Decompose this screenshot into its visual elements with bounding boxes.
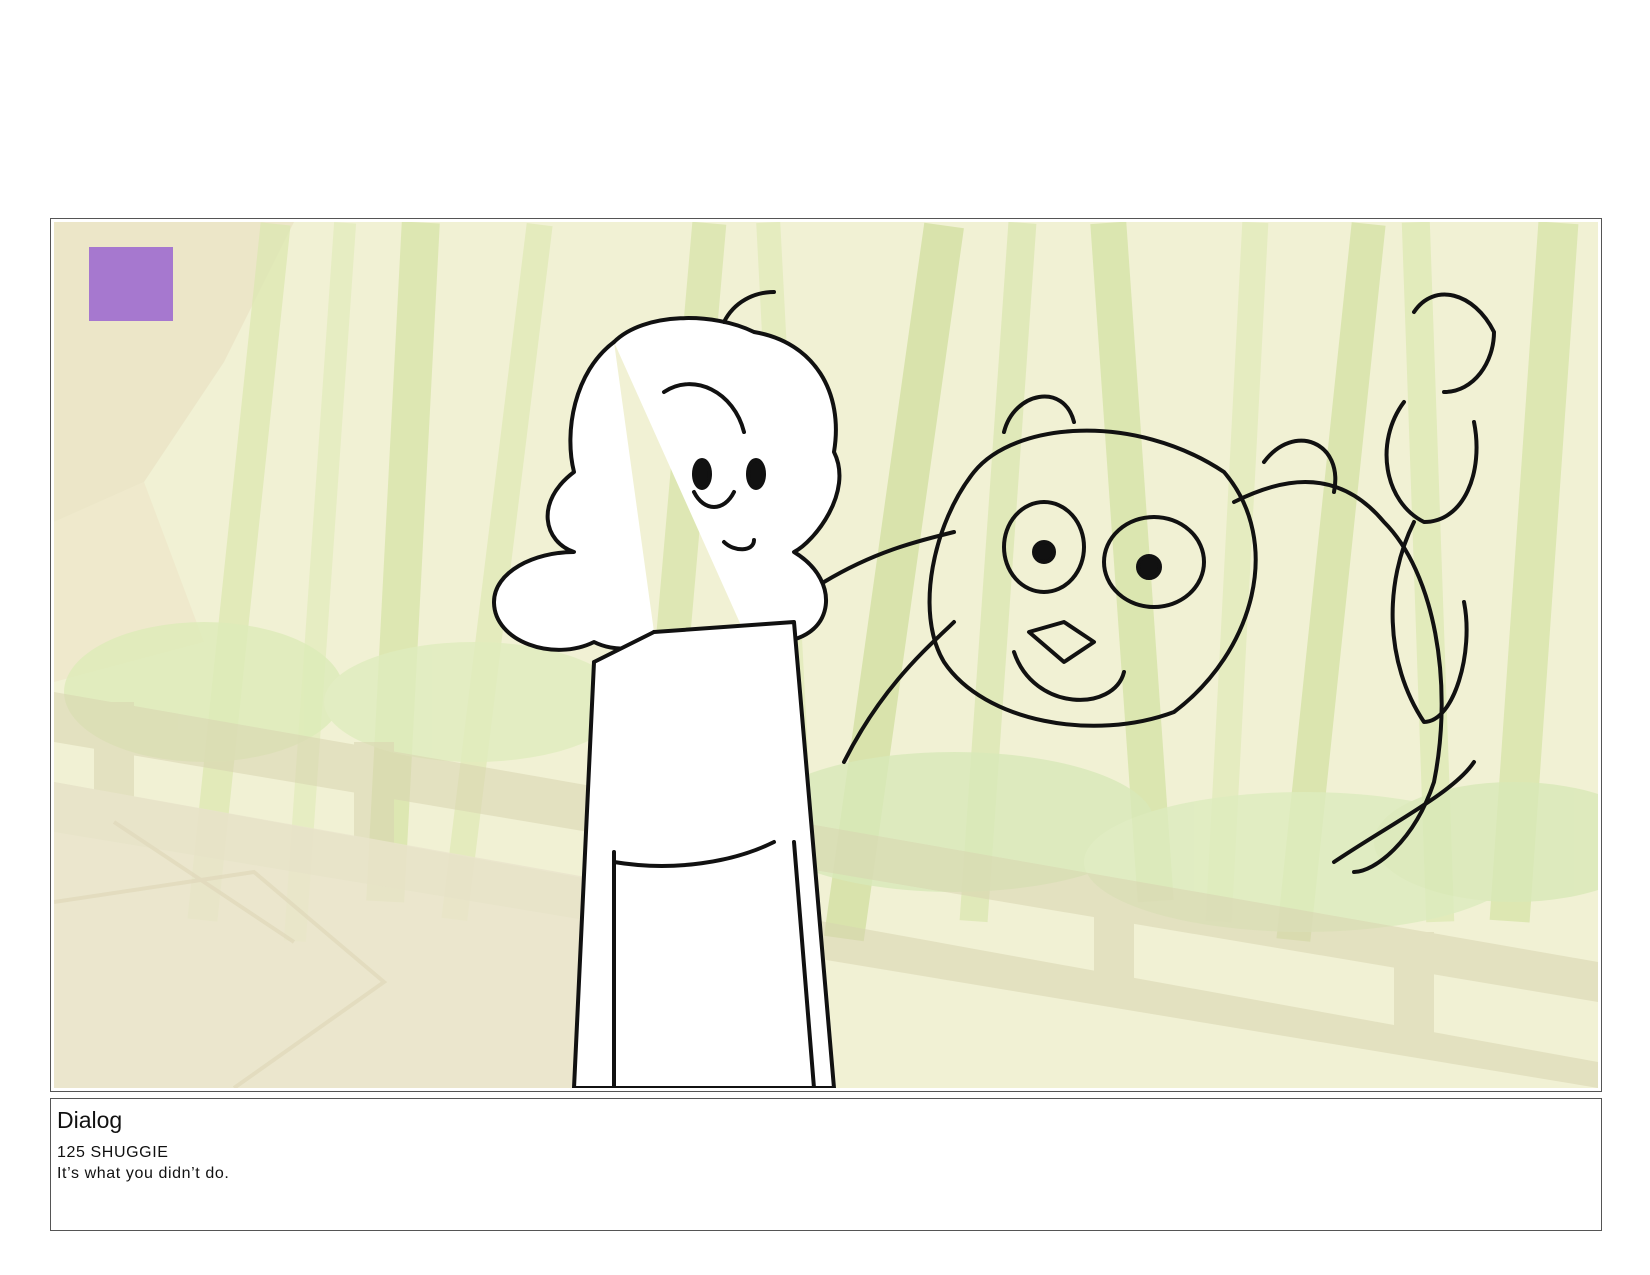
storyboard-panel-frame [50,218,1602,1092]
dialog-speaker-line: 125 SHUGGIE [57,1144,169,1161]
storyboard-panel-image [54,222,1598,1088]
color-tag-marker [89,247,173,321]
dialog-text-line: It’s what you didn’t do. [57,1165,230,1182]
storyboard-sketch-illustration [54,222,1598,1088]
dialog-heading: Dialog [57,1107,123,1133]
dialog-box: Dialog 125 SHUGGIE It’s what you didn’t … [50,1098,1602,1231]
